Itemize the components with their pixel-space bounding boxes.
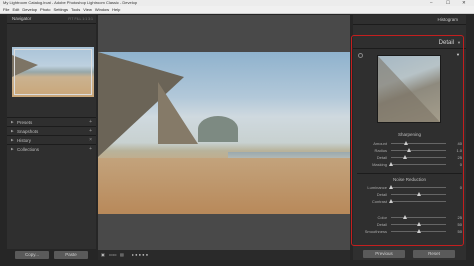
section-collections[interactable]: ▶ Collections + bbox=[7, 144, 96, 154]
previous-button[interactable]: Previous bbox=[363, 250, 405, 258]
highlight-box bbox=[351, 35, 464, 246]
left-panel: Navigator FIT FILL 1:1 3:1 ▶ Presets + ▶… bbox=[7, 15, 96, 249]
image-canvas[interactable] bbox=[98, 15, 350, 250]
zoom-levels[interactable]: FIT FILL 1:1 3:1 bbox=[68, 15, 93, 23]
menu-photo[interactable]: Photo bbox=[40, 6, 50, 13]
copy-button[interactable]: Copy... bbox=[15, 251, 49, 259]
paste-button[interactable]: Paste bbox=[54, 251, 88, 259]
cliff-slope bbox=[158, 82, 198, 144]
menu-window[interactable]: Window bbox=[95, 6, 109, 13]
menu-file[interactable]: File bbox=[3, 6, 9, 13]
sand-beach bbox=[98, 158, 350, 214]
navigator-preview[interactable] bbox=[12, 47, 94, 97]
menu-settings[interactable]: Settings bbox=[54, 6, 68, 13]
reset-button[interactable]: Reset bbox=[413, 250, 455, 258]
menu-view[interactable]: View bbox=[83, 6, 92, 13]
menu-tools[interactable]: Tools bbox=[71, 6, 80, 13]
histogram-header[interactable]: Histogram bbox=[353, 15, 466, 25]
compare-view-icon[interactable]: ▭▭ bbox=[109, 250, 117, 260]
scrollbar[interactable] bbox=[468, 15, 472, 260]
loupe-view-icon[interactable]: ▣ bbox=[101, 250, 105, 260]
distant-headland bbox=[198, 116, 238, 142]
survey-view-icon[interactable]: ▤ bbox=[120, 250, 124, 260]
expand-icon: ▶ bbox=[11, 147, 14, 151]
histogram-label: Histogram bbox=[437, 17, 458, 22]
navigator-label: Navigator bbox=[12, 16, 32, 21]
copy-paste-bar: Copy... Paste bbox=[7, 250, 96, 260]
section-label: Collections bbox=[17, 147, 40, 152]
beach-photo[interactable] bbox=[98, 52, 350, 214]
menu-develop[interactable]: Develop bbox=[22, 6, 37, 13]
panel-buttons: Previous Reset bbox=[353, 249, 466, 259]
playback-icon[interactable]: ▸ ● ● ● ● bbox=[132, 250, 148, 260]
menu-edit[interactable]: Edit bbox=[12, 6, 19, 13]
add-icon[interactable]: + bbox=[89, 145, 92, 154]
menu-help[interactable]: Help bbox=[112, 6, 120, 13]
navigator-view-frame[interactable] bbox=[14, 49, 92, 95]
navigator-header[interactable]: Navigator FIT FILL 1:1 3:1 bbox=[7, 15, 96, 24]
toolbar: ▣ ▭▭ ▤ ▸ ● ● ● ● bbox=[98, 250, 350, 260]
menu-bar: File Edit Develop Photo Settings Tools V… bbox=[0, 6, 474, 14]
